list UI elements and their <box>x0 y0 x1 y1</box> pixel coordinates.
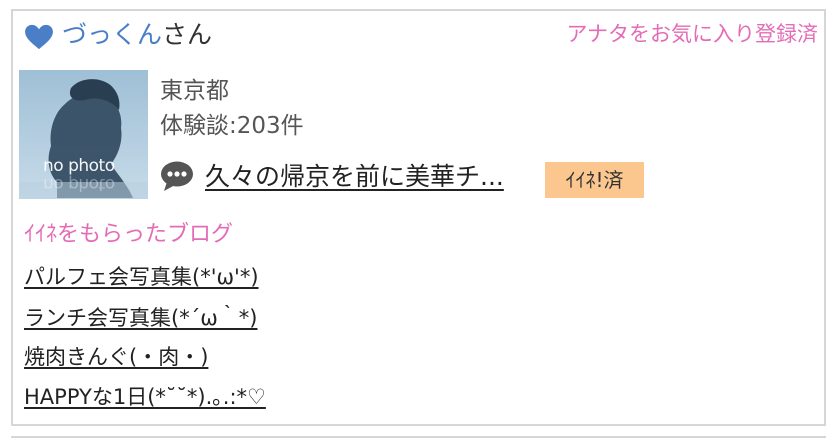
liked-blog-link[interactable]: パルフェ会写真集(*'ω'*) <box>24 261 259 293</box>
user-location: 東京都 <box>160 78 229 104</box>
heart-icon[interactable] <box>24 24 54 50</box>
avatar-placeholder-reflection: no photo <box>43 174 115 194</box>
review-count: 体験談:203件 <box>160 113 304 139</box>
favorite-status: アナタをお気に入り登録済 <box>566 22 818 46</box>
latest-post-link[interactable]: 久々の帰京を前に美華チ... <box>205 159 504 195</box>
user-name-suffix: さん <box>162 20 213 49</box>
like-done-badge: ｲｲﾈ!済 <box>545 162 644 198</box>
speech-bubble-icon <box>161 161 193 191</box>
avatar[interactable]: no photo no photo <box>19 70 148 199</box>
liked-blogs-heading: ｲｲﾈをもらったブログ <box>24 222 234 247</box>
next-card-border <box>11 436 826 438</box>
liked-blog-link[interactable]: HAPPYな1日(*˘˘*).｡.:*♡ <box>24 381 266 413</box>
liked-blog-link[interactable]: ランチ会写真集(*´ω｀*) <box>24 302 257 334</box>
user-name-row: づっくんさん <box>62 17 212 53</box>
user-name-link[interactable]: づっくん <box>62 20 162 49</box>
liked-blog-link[interactable]: 焼肉きんぐ(・肉・) <box>24 341 208 373</box>
avatar-placeholder-text: no photo <box>43 156 115 176</box>
